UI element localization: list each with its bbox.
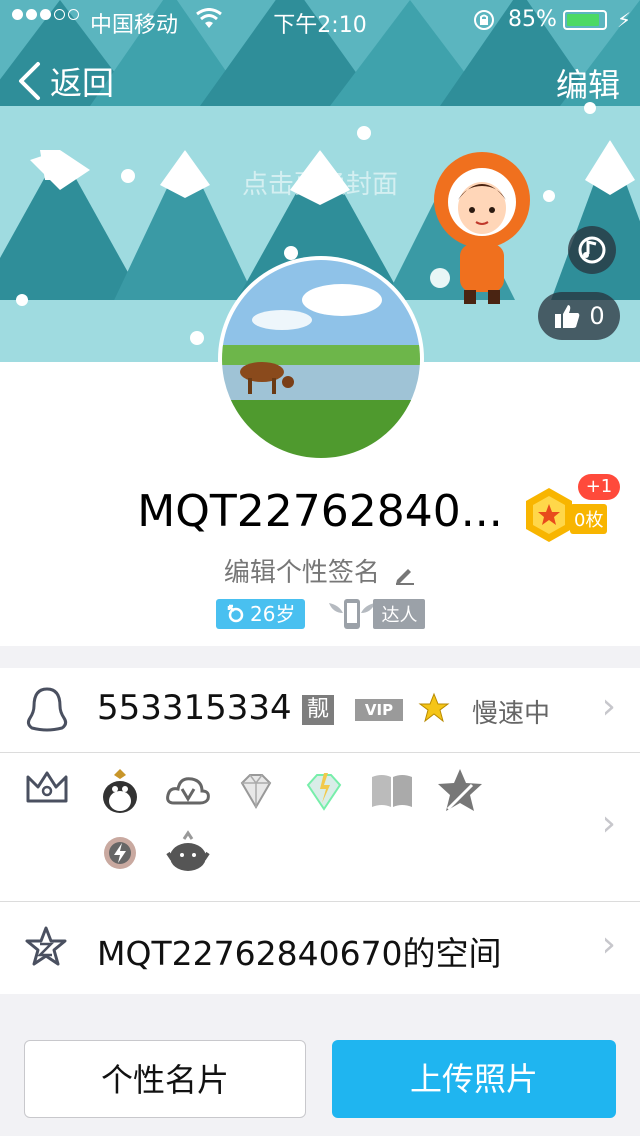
back-button[interactable]: 返回 <box>16 58 114 104</box>
change-cover-hint[interactable]: 点击更换封面 <box>0 164 640 201</box>
upload-photo-button[interactable]: 上传照片 <box>332 1040 616 1118</box>
status-bar: 中国移动 下午2:10 85% ⚡ <box>0 0 640 40</box>
pencil-icon <box>396 568 415 585</box>
rotation-lock-icon <box>474 10 494 30</box>
liang-badge: 靓 <box>302 695 334 725</box>
daren-tag[interactable]: 达人 <box>325 596 426 632</box>
weiyun-icon <box>166 777 210 805</box>
avatar-photo <box>222 260 420 458</box>
like-count: 0 <box>589 302 605 330</box>
star-icon <box>438 769 482 811</box>
bird-icon <box>166 830 210 871</box>
privilege-row[interactable]: › <box>0 753 640 902</box>
book-icon <box>372 775 412 807</box>
like-button[interactable]: 0 <box>538 292 620 340</box>
qq-penguin-icon <box>26 687 68 732</box>
medal-count: 0枚 <box>570 504 608 534</box>
back-label: 返回 <box>50 64 115 102</box>
battery-percent: 85% <box>508 7 557 32</box>
avatar[interactable] <box>218 256 424 462</box>
profile-tags: 26岁 达人 <box>216 596 426 632</box>
speed-status: 慢速中 <box>472 699 551 729</box>
vip-badge: VIP <box>355 699 403 721</box>
super-diamond-icon <box>306 773 342 811</box>
qzone-star-icon <box>25 926 67 966</box>
battery-icon <box>563 10 607 30</box>
penguin-icon <box>103 769 137 813</box>
sound-icon <box>104 837 136 869</box>
qzone-row[interactable]: MQT22762840670的空间 › <box>0 902 640 994</box>
edit-button[interactable]: 编辑 <box>556 60 620 106</box>
medal-button[interactable]: +1 0枚 <box>522 474 620 544</box>
medal-new-badge: +1 <box>578 474 620 500</box>
privilege-icons <box>96 767 516 875</box>
age-gender-tag: 26岁 <box>216 599 306 629</box>
qq-number-row[interactable]: 553315334 靓 VIP 慢速中 › <box>0 668 640 753</box>
phone-wings-icon <box>329 599 376 629</box>
medal-icon <box>526 488 572 542</box>
qq-number: 553315334 <box>97 688 292 728</box>
chevron-left-icon <box>19 62 40 100</box>
bottom-bar: 个性名片 上传照片 <box>0 1012 640 1136</box>
male-icon <box>227 604 244 623</box>
music-button[interactable] <box>568 226 616 274</box>
chevron-right-icon: › <box>601 803 616 844</box>
chevron-right-icon: › <box>601 924 616 965</box>
nav-bar: 返回 编辑 <box>0 40 640 106</box>
diamond-icon <box>240 774 272 809</box>
profile-card-button[interactable]: 个性名片 <box>24 1040 306 1118</box>
qzone-label: MQT22762840670的空间 <box>97 934 502 973</box>
music-note-icon <box>578 236 606 264</box>
chevron-right-icon: › <box>601 686 616 727</box>
crown-icon <box>26 771 68 803</box>
edit-signature[interactable]: 编辑个性签名 <box>0 552 640 589</box>
info-list: 553315334 靓 VIP 慢速中 › › MQT22762840670的空… <box>0 668 640 994</box>
star-level-icon <box>418 692 450 723</box>
signature-label: 编辑个性签名 <box>223 558 380 588</box>
thumbs-up-icon <box>555 305 580 328</box>
charging-icon: ⚡ <box>617 8 632 32</box>
